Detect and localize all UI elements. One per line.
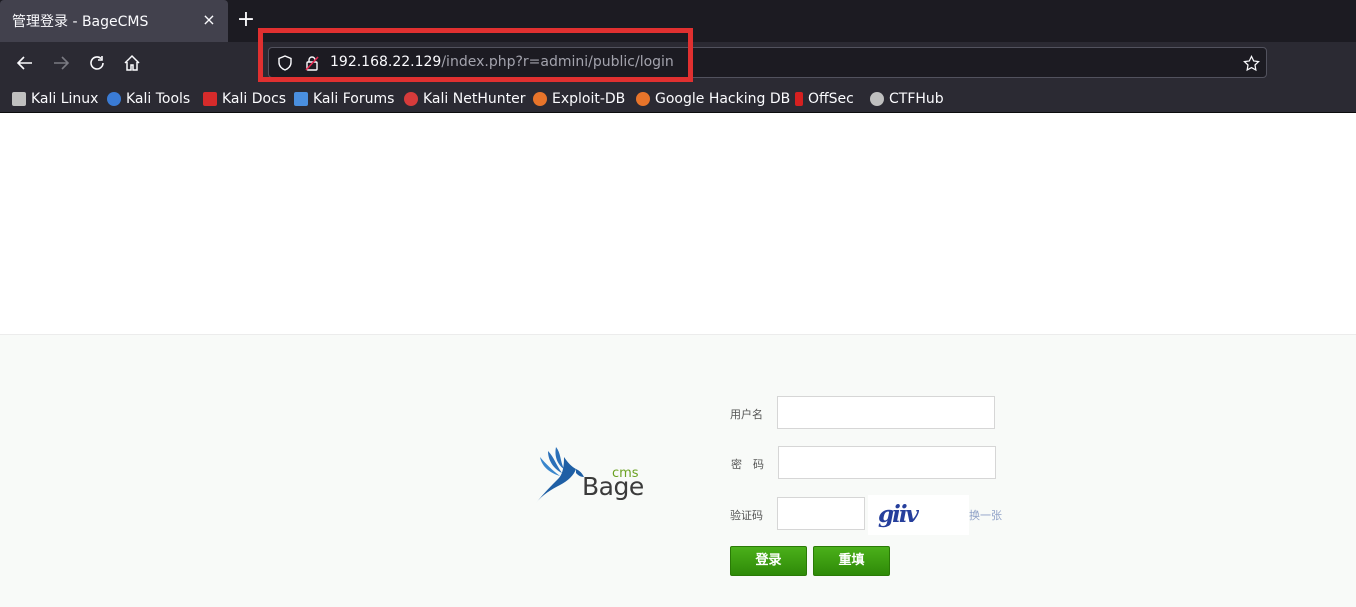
bookmark-kali-docs[interactable]: Kali Docs <box>203 89 286 109</box>
tab-title: 管理登录 - BageCMS <box>12 14 149 30</box>
reload-button[interactable] <box>84 50 110 76</box>
bookmark-offsec[interactable]: OffSec <box>795 89 854 109</box>
bookmark-label: Kali Docs <box>222 91 287 107</box>
bookmark-exploit-db[interactable]: Exploit-DB <box>533 89 625 109</box>
bookmark-kali-forums[interactable]: Kali Forums <box>294 89 394 109</box>
captcha-label: 验证码 <box>730 509 763 522</box>
bookmark-label: Kali Linux <box>31 91 99 107</box>
login-area <box>0 334 1356 607</box>
bookmark-label: Google Hacking DB <box>655 91 791 107</box>
bookmark-label: CTFHub <box>889 91 944 107</box>
bookmark-kali-tools[interactable]: Kali Tools <box>107 89 190 109</box>
back-button[interactable] <box>12 50 38 76</box>
captcha-input[interactable] <box>777 497 865 530</box>
reload-icon <box>90 56 104 70</box>
bookmark-label: OffSec <box>808 91 854 107</box>
captcha-image-text: giiv <box>878 501 919 528</box>
back-arrow-icon <box>16 56 32 70</box>
kali-docs-icon <box>203 92 217 106</box>
url-highlight-box <box>258 28 693 82</box>
bookmark-ctfhub[interactable]: CTFHub <box>870 89 944 109</box>
new-tab-button[interactable]: + <box>234 8 258 32</box>
password-input[interactable] <box>778 446 996 479</box>
captcha-image[interactable]: giiv <box>868 495 969 535</box>
bookmark-kali-linux[interactable]: Kali Linux <box>12 89 98 109</box>
home-icon <box>124 54 140 71</box>
reset-button[interactable]: 重填 <box>813 546 890 576</box>
username-input[interactable] <box>777 396 995 429</box>
offsec-icon <box>795 92 803 106</box>
password-label: 密 码 <box>731 458 764 471</box>
forward-arrow-icon <box>54 56 70 70</box>
bookmark-label: Kali Forums <box>313 91 395 107</box>
bookmark-label: Exploit-DB <box>552 91 626 107</box>
forward-button[interactable] <box>48 50 74 76</box>
bookmark-kali-nethunter[interactable]: Kali NetHunter <box>404 89 525 109</box>
kali-dragon-icon <box>12 92 26 106</box>
bookmark-star-icon[interactable] <box>1243 55 1260 72</box>
bookmark-label: Kali NetHunter <box>423 91 526 107</box>
bookmark-label: Kali Tools <box>126 91 191 107</box>
bookmarks-toolbar: Kali Linux Kali Tools Kali Docs Kali For… <box>0 84 1356 113</box>
logo-bage-text: Bage <box>582 472 644 501</box>
active-tab[interactable]: 管理登录 - BageCMS × <box>0 0 228 42</box>
login-button[interactable]: 登录 <box>730 546 807 576</box>
page-header-area <box>0 114 1356 334</box>
change-captcha-link[interactable]: 换一张 <box>969 507 1002 523</box>
tab-close-button[interactable]: × <box>200 9 218 31</box>
home-button[interactable] <box>119 50 145 76</box>
nethunter-icon <box>404 92 418 106</box>
exploit-db-icon <box>533 92 547 106</box>
username-label: 用户名 <box>730 408 763 421</box>
kali-forums-icon <box>294 92 308 106</box>
bookmark-google-hacking-db[interactable]: Google Hacking DB <box>636 89 790 109</box>
kali-tools-icon <box>107 92 121 106</box>
ctfhub-icon <box>870 92 884 106</box>
ghdb-icon <box>636 92 650 106</box>
